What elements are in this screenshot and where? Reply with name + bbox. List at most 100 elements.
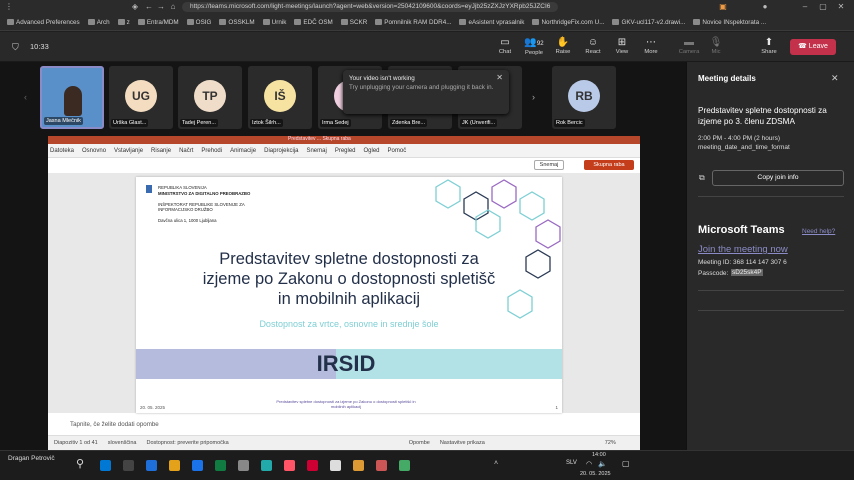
bookmark-item[interactable]: Pomnilnik RAM DDR4... bbox=[372, 19, 454, 26]
bookmark-item[interactable]: eAsistent vprasalnik bbox=[456, 19, 527, 26]
ribbon-tab[interactable]: Načrt bbox=[179, 148, 193, 154]
home-icon[interactable]: ⌂ bbox=[168, 2, 178, 12]
bookmark-item[interactable]: z bbox=[115, 19, 133, 26]
ribbon-tab[interactable]: Pomoč bbox=[388, 148, 407, 154]
close-icon[interactable]: ✕ bbox=[831, 73, 839, 84]
ribbon-tab[interactable]: Osnovno bbox=[82, 148, 106, 154]
meeting-timer: 10:33 bbox=[30, 42, 49, 51]
folder-icon bbox=[459, 19, 467, 25]
chevron-up-icon[interactable]: ˄ bbox=[494, 460, 498, 467]
logo-caption: Predstavitev spletne dostopnosti za izje… bbox=[276, 399, 416, 409]
bookmark-item[interactable]: Novice INspektorata ... bbox=[690, 19, 769, 26]
need-help-link[interactable]: Need help? bbox=[802, 228, 835, 235]
bookmark-item[interactable]: EDČ OSM bbox=[291, 19, 335, 26]
notes-pane[interactable]: Tapnite, če želite dodati opombe bbox=[48, 417, 640, 433]
bookmark-item[interactable]: NorthridgeFix.com U... bbox=[529, 19, 607, 26]
windows-icon[interactable] bbox=[100, 460, 111, 471]
back-icon[interactable]: ← bbox=[144, 2, 154, 12]
participant-tile[interactable]: RB Rok Bercic bbox=[552, 66, 616, 129]
ppt-title-bar: Predstavitev ... Skupna raba bbox=[48, 136, 640, 144]
folder-icon bbox=[294, 19, 302, 25]
mic-off-icon: 🎙 bbox=[709, 37, 723, 48]
people-icon: 👥92 bbox=[524, 37, 544, 48]
ribbon-tab[interactable]: Diaprojekcija bbox=[264, 148, 298, 154]
chevron-left-icon[interactable]: ‹ bbox=[24, 92, 27, 102]
search-icon[interactable]: ⚲ bbox=[76, 457, 84, 470]
extension-icon[interactable]: ▣ bbox=[718, 2, 728, 12]
participant-name: Jasna Mlečnik bbox=[44, 117, 83, 125]
bookmark-item[interactable]: OSSKLM bbox=[216, 19, 257, 26]
people-button[interactable]: 👥92 People bbox=[521, 37, 547, 56]
powerpoint-icon[interactable] bbox=[307, 460, 318, 471]
profile-icon[interactable]: ● bbox=[760, 2, 770, 12]
close-icon[interactable]: ✕ bbox=[496, 73, 503, 82]
participant-tile[interactable]: IŠ Iztok Šilrh... bbox=[248, 66, 312, 129]
join-meeting-link[interactable]: Join the meeting now bbox=[698, 244, 788, 255]
chat-button[interactable]: ▭ Chat bbox=[492, 37, 518, 55]
ribbon-tab[interactable]: Pregled bbox=[335, 148, 356, 154]
ribbon-tab[interactable]: Prehodi bbox=[201, 148, 222, 154]
outlook-icon[interactable] bbox=[192, 460, 203, 471]
status-notes[interactable]: Opombe bbox=[409, 440, 430, 446]
bookmark-item[interactable]: SCKR bbox=[338, 19, 371, 26]
react-button[interactable]: ☺ React bbox=[580, 37, 606, 55]
chrome-icon[interactable] bbox=[353, 460, 364, 471]
maximize-icon[interactable]: ▢ bbox=[818, 2, 828, 12]
ribbon-tab[interactable]: Vstavljanje bbox=[114, 148, 143, 154]
minimize-icon[interactable]: – bbox=[800, 2, 810, 12]
more-button[interactable]: ⋯ More bbox=[638, 37, 664, 55]
bookmark-item[interactable]: Advanced Preferences bbox=[4, 19, 83, 26]
ribbon-tab[interactable]: Animacije bbox=[230, 148, 256, 154]
record-button[interactable]: Snemaj bbox=[534, 160, 564, 170]
ppt-share-button[interactable]: Skupna raba bbox=[584, 160, 634, 170]
bookmark-item[interactable]: OSIG bbox=[184, 19, 215, 26]
folder-icon bbox=[137, 19, 145, 25]
bookmark-item[interactable]: Entra/MDM bbox=[135, 19, 182, 26]
files-icon[interactable] bbox=[169, 460, 180, 471]
forward-icon[interactable]: → bbox=[156, 2, 166, 12]
bookmark-item[interactable]: Arch bbox=[85, 19, 113, 26]
zoom-level[interactable]: 72% bbox=[605, 440, 616, 446]
folder-icon bbox=[693, 19, 701, 25]
raise-button[interactable]: ✋ Raise bbox=[550, 37, 576, 55]
folder-icon bbox=[262, 19, 270, 25]
shield-icon[interactable]: ◈ bbox=[130, 2, 140, 12]
address-bar[interactable]: https://teams.microsoft.com/light-meetin… bbox=[182, 2, 558, 12]
ribbon-tab[interactable]: Snemaj bbox=[306, 148, 326, 154]
ribbon-tab[interactable]: Risanje bbox=[151, 148, 171, 154]
app-icon[interactable] bbox=[376, 460, 387, 471]
status-accessibility[interactable]: Dostopnost: preverite pripomočka bbox=[146, 440, 228, 446]
participant-tile[interactable]: TP Tadej Peren... bbox=[178, 66, 242, 129]
wifi-icon[interactable]: ◠ bbox=[586, 460, 592, 468]
calculator-icon[interactable] bbox=[330, 460, 341, 471]
menu-icon[interactable]: ⋮ bbox=[4, 2, 14, 12]
app-icon[interactable] bbox=[238, 460, 249, 471]
edge-icon[interactable] bbox=[261, 460, 272, 471]
participant-tile[interactable]: UG Urška Glast... bbox=[109, 66, 173, 129]
leave-button[interactable]: ☎ Leave bbox=[790, 39, 836, 55]
ribbon-tab[interactable]: Ogled bbox=[364, 148, 380, 154]
participant-tile[interactable]: Jasna Mlečnik bbox=[40, 66, 104, 129]
copy-join-info-button[interactable]: Copy join info bbox=[712, 170, 844, 186]
mic-button[interactable]: 🎙 Mic bbox=[703, 37, 729, 55]
close-window-icon[interactable]: ✕ bbox=[836, 2, 846, 12]
status-display[interactable]: Nastavitve prikaza bbox=[440, 440, 485, 446]
grid-icon: ⊞ bbox=[617, 37, 627, 48]
share-button[interactable]: ⬆ Share bbox=[756, 37, 782, 55]
ribbon-tab[interactable]: Datoteka bbox=[50, 148, 74, 154]
chevron-right-icon[interactable]: › bbox=[532, 92, 535, 102]
word-icon[interactable] bbox=[146, 460, 157, 471]
language-indicator[interactable]: SLV bbox=[566, 460, 577, 466]
volume-icon[interactable]: 🔈 bbox=[598, 460, 607, 468]
teams-icon[interactable] bbox=[399, 460, 410, 471]
camera-button[interactable]: ▬ Camera bbox=[676, 37, 702, 55]
status-slide-count: Diapozitiv 1 od 41 bbox=[54, 440, 98, 446]
task-view-icon[interactable] bbox=[123, 460, 134, 471]
bookmark-item[interactable]: Urnik bbox=[260, 19, 290, 26]
bookmark-item[interactable]: GKV-ucl117-v2.drawi... bbox=[609, 19, 688, 26]
notification-icon[interactable]: ▢ bbox=[622, 459, 630, 468]
folder-icon bbox=[340, 19, 348, 25]
firefox-icon[interactable] bbox=[284, 460, 295, 471]
view-button[interactable]: ⊞ View bbox=[609, 37, 635, 55]
excel-icon[interactable] bbox=[215, 460, 226, 471]
